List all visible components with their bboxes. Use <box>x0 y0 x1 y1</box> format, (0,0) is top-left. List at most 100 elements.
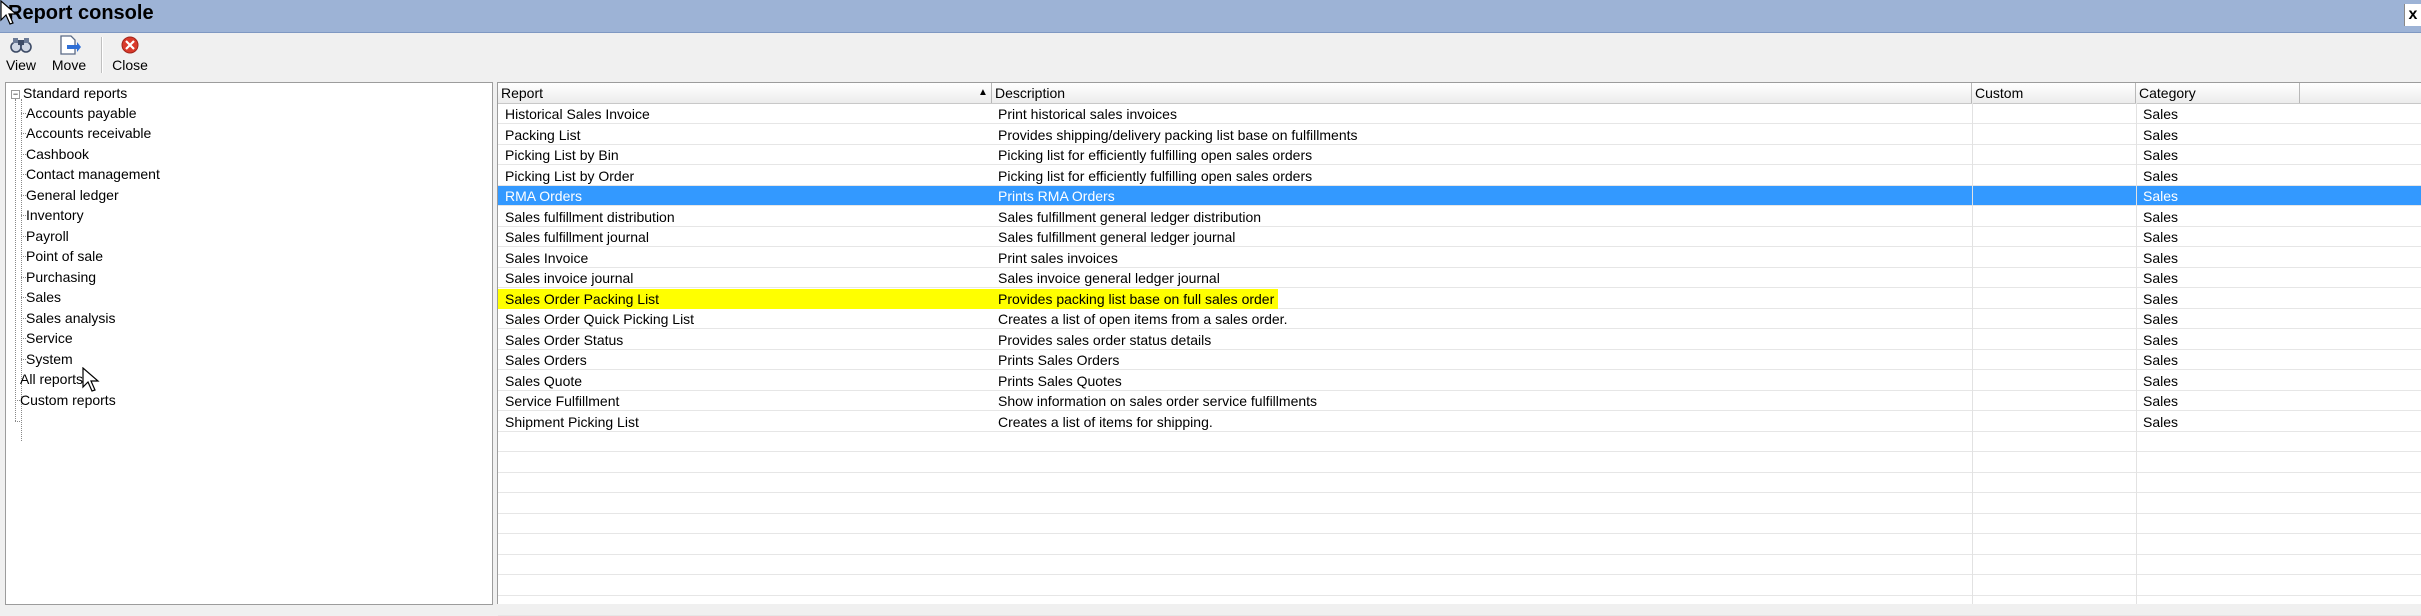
column-header-custom[interactable]: Custom <box>1972 83 2136 103</box>
table-row[interactable]: Sales Order Packing List Provides packing… <box>498 288 2421 309</box>
cell-report: RMA Orders <box>505 188 583 204</box>
table-row[interactable]: Sales Quote Prints Sales Quotes Sales <box>498 371 2421 391</box>
toolbar: View Move Close <box>0 33 2421 78</box>
table-row[interactable]: Sales Orders Prints Sales Orders Sales <box>498 350 2421 370</box>
table-row[interactable]: RMA Orders Prints RMA Orders Sales <box>498 186 2421 206</box>
tree-node-payroll[interactable]: Payroll <box>26 226 69 246</box>
cell-category: Sales <box>2143 393 2179 409</box>
mouse-pointer-icon <box>0 0 18 25</box>
move-button[interactable]: Move <box>48 35 90 77</box>
cell-category: Sales <box>2143 270 2179 286</box>
cell-category: Sales <box>2143 372 2179 389</box>
cell-report: Sales Quote <box>505 372 583 389</box>
cell-description: Creates a list of open items from a sale… <box>998 311 1288 327</box>
report-category-tree[interactable]: − Standard reports Accounts payable Acco… <box>5 82 493 605</box>
cell-report: Sales fulfillment distribution <box>505 208 675 225</box>
title-bar: Report console x <box>0 0 2421 33</box>
table-row[interactable]: Sales fulfillment journal Sales fulfillme… <box>498 227 2421 247</box>
column-divider <box>1972 103 1973 604</box>
table-row[interactable]: Picking List by Bin Picking list for effi… <box>498 145 2421 165</box>
cell-description: Creates a list of items for shipping. <box>998 413 1213 430</box>
tree-node-contact-management[interactable]: Contact management <box>26 164 160 184</box>
cell-description: Provides packing list base on full sales… <box>998 290 1275 307</box>
column-header-category[interactable]: Category <box>2136 83 2300 103</box>
cell-report: Sales invoice journal <box>505 270 634 286</box>
cell-description: Print sales invoices <box>998 249 1118 266</box>
report-list-grid[interactable]: Report ▲ Description Custom Category His… <box>497 82 2421 616</box>
tree-node-point-of-sale[interactable]: Point of sale <box>26 246 103 266</box>
cell-report: Sales Orders <box>505 352 587 368</box>
tree-node-sales[interactable]: Sales <box>26 287 61 307</box>
table-row[interactable]: Historical Sales Invoice Print historical… <box>498 104 2421 124</box>
tree-node-purchasing[interactable]: Purchasing <box>26 267 96 287</box>
cell-category: Sales <box>2143 208 2179 225</box>
tree-node-accounts-receivable[interactable]: Accounts receivable <box>26 123 151 143</box>
cell-report: Sales Order Packing List <box>505 290 660 307</box>
tree-node-inventory[interactable]: Inventory <box>26 205 84 225</box>
table-row[interactable]: Sales invoice journal Sales invoice gener… <box>498 268 2421 288</box>
tree-connector <box>15 99 16 421</box>
cell-description: Picking list for efficiently fulfilling … <box>998 167 1313 184</box>
cell-report: Sales Order Quick Picking List <box>505 311 695 327</box>
cell-description: Prints Sales Orders <box>998 352 1120 368</box>
tree-node-cashbook[interactable]: Cashbook <box>26 144 89 164</box>
tree-node-sales-analysis[interactable]: Sales analysis <box>26 308 116 328</box>
close-button[interactable]: Close <box>108 35 152 77</box>
binoculars-icon <box>10 38 32 53</box>
cell-report: Historical Sales Invoice <box>505 106 650 122</box>
tree-node-custom-reports[interactable]: Custom reports <box>20 390 116 410</box>
tree-node-general-ledger[interactable]: General ledger <box>26 185 119 205</box>
cell-report: Service Fulfillment <box>505 393 620 409</box>
collapse-toggle-icon[interactable]: − <box>11 90 20 99</box>
empty-row <box>498 432 2421 452</box>
cell-category: Sales <box>2143 331 2179 348</box>
table-row[interactable]: Service Fulfillment Show information on s… <box>498 391 2421 411</box>
tree-node-all-reports[interactable]: All reports <box>20 369 83 389</box>
cell-category: Sales <box>2143 106 2179 122</box>
column-divider <box>2136 103 2137 604</box>
table-row[interactable]: Packing List Provides shipping/delivery p… <box>498 125 2421 145</box>
window-title: Report console <box>8 2 154 24</box>
tree-node-accounts-payable[interactable]: Accounts payable <box>26 103 137 123</box>
table-row[interactable]: Shipment Picking List Creates a list of i… <box>498 412 2421 432</box>
move-button-label: Move <box>51 57 87 73</box>
tree-node-standard-reports[interactable]: Standard reports <box>23 83 127 103</box>
close-button-label: Close <box>112 57 148 73</box>
move-document-icon <box>60 35 81 55</box>
cell-description: Provides sales order status details <box>998 331 1212 348</box>
cell-report: Packing List <box>505 126 581 143</box>
cell-description: Show information on sales order service … <box>998 393 1318 409</box>
table-row[interactable]: Sales Order Quick Picking List Creates a … <box>498 309 2421 329</box>
cell-category: Sales <box>2143 147 2179 163</box>
cell-category: Sales <box>2143 188 2179 204</box>
table-row[interactable]: Sales fulfillment distribution Sales fulf… <box>498 207 2421 227</box>
cell-description: Provides shipping/delivery packing list … <box>998 126 1358 143</box>
cell-category: Sales <box>2143 352 2179 368</box>
table-row[interactable]: Picking List by Order Picking list for ef… <box>498 166 2421 186</box>
view-button-label: View <box>5 57 37 73</box>
tree-connector <box>15 421 20 422</box>
cell-category: Sales <box>2143 290 2179 307</box>
cell-report: Sales fulfillment journal <box>505 229 649 245</box>
column-header-description[interactable]: Description <box>992 83 1972 103</box>
cell-description: Picking list for efficiently fulfilling … <box>998 147 1313 163</box>
cell-description: Sales invoice general ledger journal <box>998 270 1220 286</box>
cell-report: Picking List by Bin <box>505 147 619 163</box>
empty-row <box>498 596 2421 616</box>
toolbar-separator <box>101 37 103 73</box>
empty-row <box>498 535 2421 555</box>
empty-row <box>498 453 2421 473</box>
tree-node-system[interactable]: System <box>26 349 73 369</box>
window-close-button[interactable]: x <box>2404 4 2421 26</box>
empty-row <box>498 514 2421 534</box>
cell-report: Sales Invoice <box>505 249 589 266</box>
cell-category: Sales <box>2143 249 2179 266</box>
table-row[interactable]: Sales Invoice Print sales invoices Sales <box>498 248 2421 268</box>
cell-report: Shipment Picking List <box>505 413 639 430</box>
column-header-report[interactable]: Report ▲ <box>498 83 992 103</box>
view-button[interactable]: View <box>4 35 38 77</box>
table-row[interactable]: Sales Order Status Provides sales order s… <box>498 330 2421 350</box>
mouse-pointer-icon <box>82 367 100 392</box>
cell-category: Sales <box>2143 413 2179 430</box>
tree-node-service[interactable]: Service <box>26 328 73 348</box>
